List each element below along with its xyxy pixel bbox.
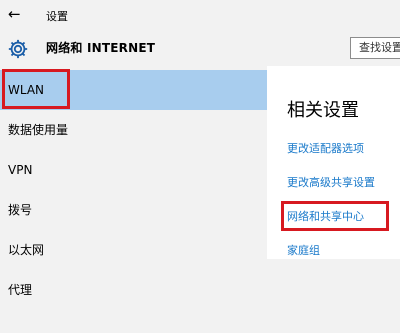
page-header: 网络和 INTERNET 查找设置 (0, 30, 400, 66)
sidebar-item-label: 以太网 (8, 243, 45, 257)
sidebar: WLAN 数据使用量 VPN 拨号 以太网 代理 (0, 66, 267, 333)
change-sharing-settings-link[interactable]: 更改高级共享设置 (287, 174, 375, 190)
back-arrow-icon[interactable]: ← (8, 4, 28, 24)
homegroup-link[interactable]: 家庭组 (287, 242, 320, 258)
sidebar-item-label: 拨号 (8, 203, 33, 217)
change-adapter-options-link[interactable]: 更改适配器选项 (287, 140, 364, 156)
sidebar-item-label: 代理 (8, 283, 33, 297)
title-bar: ← 设置 (0, 0, 400, 30)
related-settings-panel: 相关设置 更改适配器选项 更改高级共享设置 网络和共享中心 家庭组 (267, 66, 400, 259)
highlight-box-sharing-center (281, 201, 389, 231)
sidebar-item-ethernet[interactable]: 以太网 (0, 230, 267, 270)
sidebar-item-label: VPN (8, 163, 33, 177)
sidebar-item-data-usage[interactable]: 数据使用量 (0, 110, 267, 150)
app-title: 设置 (46, 10, 68, 23)
related-settings-heading: 相关设置 (287, 100, 359, 121)
search-input[interactable]: 查找设置 (350, 37, 400, 59)
sidebar-item-vpn[interactable]: VPN (0, 150, 267, 190)
sidebar-item-proxy[interactable]: 代理 (0, 270, 267, 310)
sidebar-item-label: 数据使用量 (8, 123, 69, 137)
gear-icon (8, 39, 28, 59)
page-title: 网络和 INTERNET (46, 41, 156, 55)
sidebar-item-dialup[interactable]: 拨号 (0, 190, 267, 230)
highlight-box-wlan (2, 69, 70, 109)
